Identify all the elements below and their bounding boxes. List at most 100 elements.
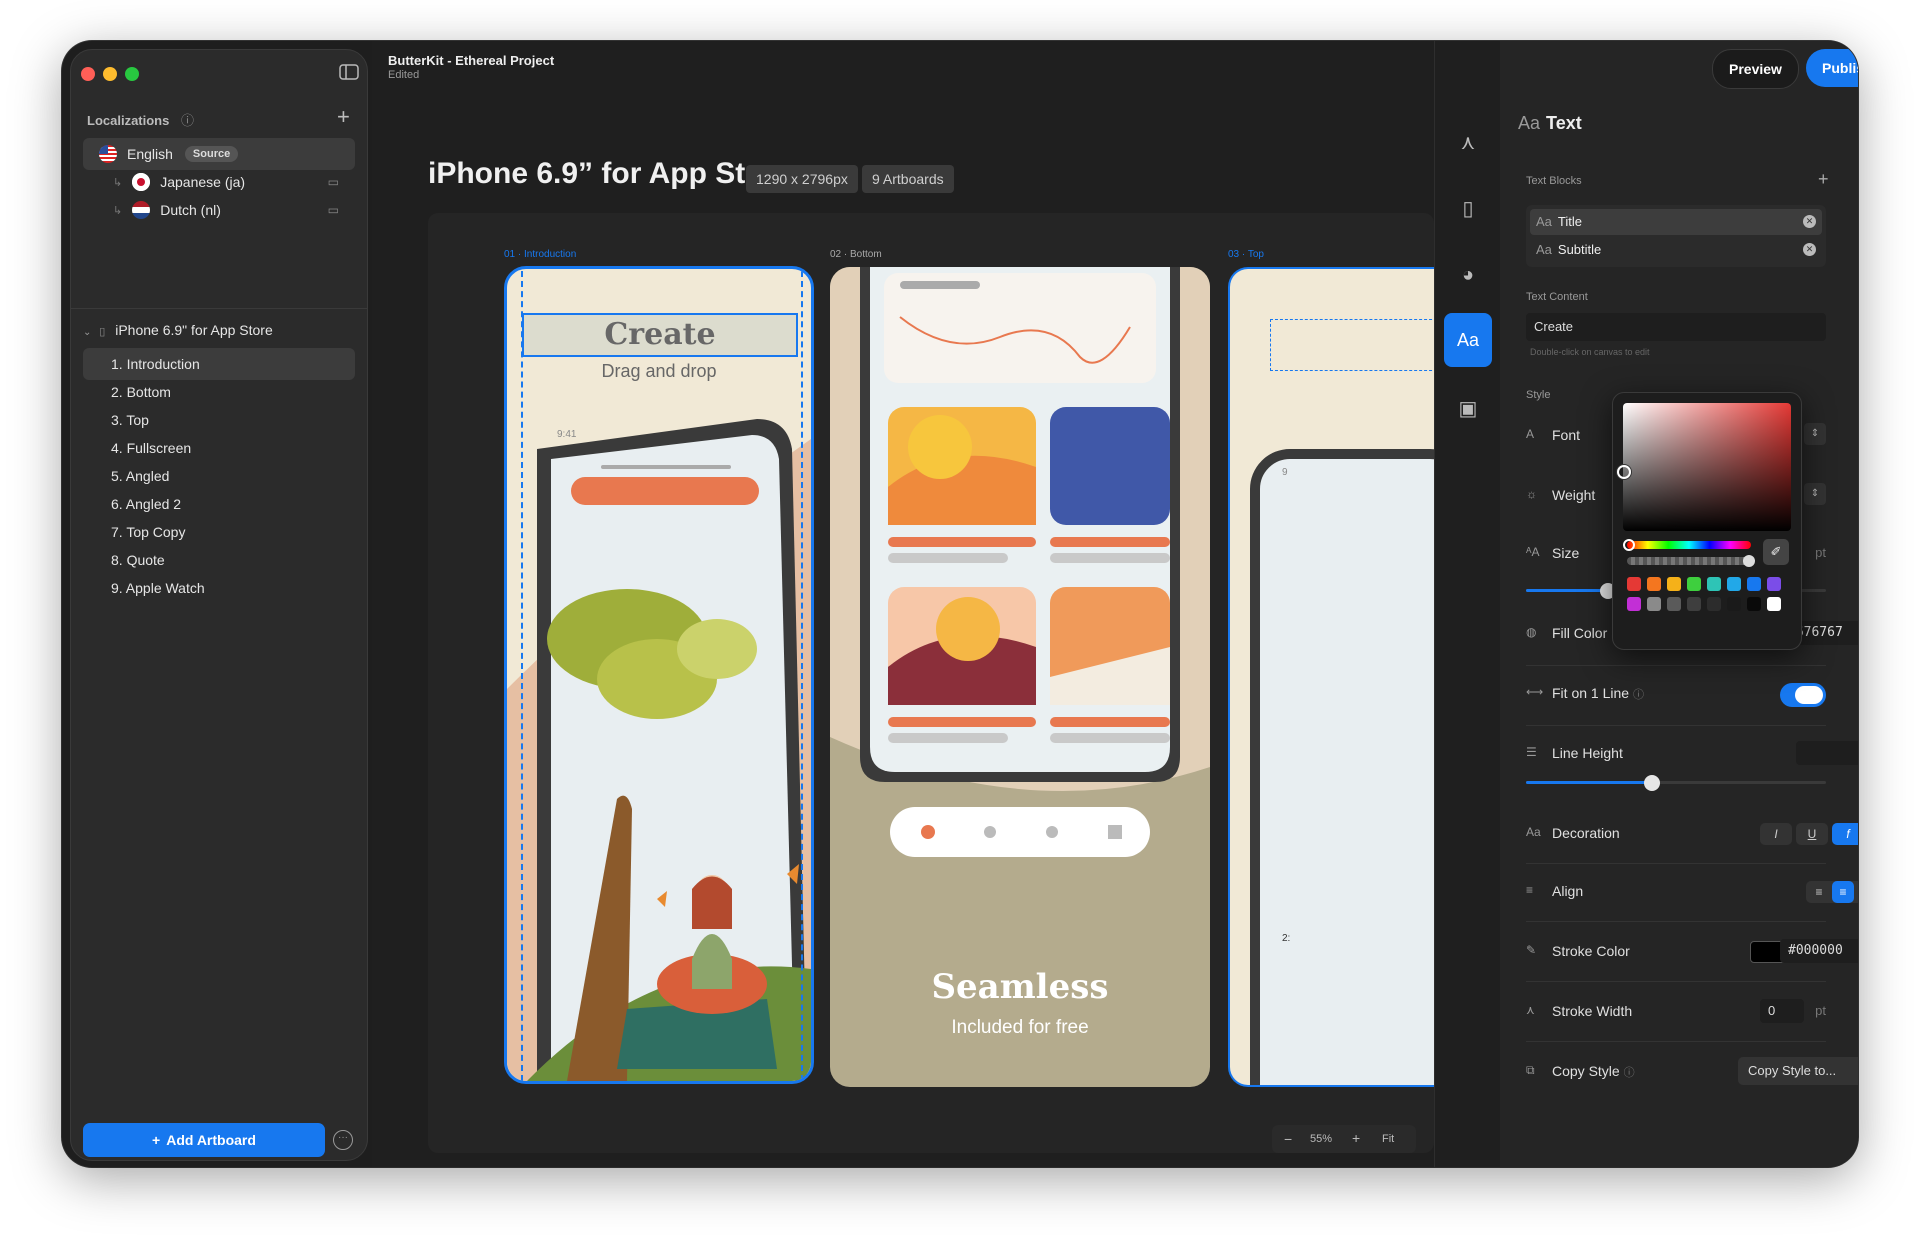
info-icon[interactable]: ⓘ bbox=[1624, 1067, 1635, 1079]
preview-button[interactable]: Preview bbox=[1712, 49, 1799, 89]
artboard-bottom[interactable]: Seamless Included for free bbox=[830, 267, 1210, 1087]
hue-slider[interactable] bbox=[1627, 541, 1751, 549]
device-icon[interactable]: ▭ bbox=[328, 175, 339, 189]
copy-style-row[interactable]: ⧉ Copy Style ⓘ Copy Style to... ⌄ bbox=[1526, 1053, 1858, 1091]
artboard-subtitle[interactable]: Included for free bbox=[830, 1017, 1210, 1039]
zoom-controls: − 55% + Fit bbox=[1272, 1125, 1416, 1153]
artboard-top[interactable]: 9 2: bbox=[1228, 267, 1434, 1087]
device-tool-icon[interactable]: ▯ bbox=[1444, 185, 1492, 233]
line-height-input[interactable]: 1 bbox=[1796, 741, 1858, 765]
minimize-window-button[interactable] bbox=[103, 67, 117, 81]
color-swatch[interactable] bbox=[1707, 597, 1721, 611]
zoom-window-button[interactable] bbox=[125, 67, 139, 81]
remove-icon[interactable]: ✕ bbox=[1803, 215, 1816, 228]
info-icon[interactable]: ⓘ bbox=[181, 113, 194, 128]
fit-line-toggle[interactable] bbox=[1780, 683, 1826, 707]
saturation-brightness-area[interactable] bbox=[1623, 403, 1791, 531]
color-swatch[interactable] bbox=[1627, 577, 1641, 591]
canvas-area[interactable]: ButterKit - Ethereal Project Edited iPho… bbox=[372, 41, 1434, 1167]
align-left-icon[interactable]: ≡ bbox=[1808, 881, 1830, 903]
align-row[interactable]: ≡ Align ≡ ≡ ≡ bbox=[1526, 873, 1858, 911]
copy-style-dropdown[interactable]: Copy Style to... ⌄ bbox=[1738, 1057, 1858, 1085]
text-content-label: Text Content bbox=[1526, 291, 1588, 303]
opacity-slider-knob[interactable] bbox=[1743, 555, 1755, 567]
underline-button[interactable]: U bbox=[1796, 823, 1828, 845]
align-right-icon[interactable]: ≡ bbox=[1856, 881, 1858, 903]
app-window: Localizations ⓘ + English Source ↳ Japan… bbox=[62, 41, 1858, 1167]
hue-slider-knob[interactable] bbox=[1623, 539, 1635, 551]
color-swatch[interactable] bbox=[1747, 597, 1761, 611]
color-swatch[interactable] bbox=[1667, 577, 1681, 591]
color-picker-popover[interactable]: ✐ bbox=[1612, 392, 1802, 650]
stroke-width-row[interactable]: ⋏ Stroke Width 0 pt bbox=[1526, 993, 1826, 1031]
artboard-item-apple-watch[interactable]: 9. Apple Watch bbox=[83, 572, 355, 604]
device-icon[interactable]: ▭ bbox=[328, 203, 339, 217]
color-swatch[interactable] bbox=[1747, 577, 1761, 591]
decoration-row[interactable]: Aa Decoration I U f bbox=[1526, 815, 1858, 853]
color-swatch[interactable] bbox=[1647, 577, 1661, 591]
color-swatch[interactable] bbox=[1647, 597, 1661, 611]
language-dutch[interactable]: ↳ Dutch (nl) ▭ bbox=[83, 194, 355, 226]
artboard-label-3[interactable]: 03 · Top bbox=[1228, 249, 1264, 260]
stroke-color-icon: ✎ bbox=[1526, 943, 1537, 957]
line-height-slider-knob[interactable] bbox=[1644, 775, 1660, 791]
align-center-icon[interactable]: ≡ bbox=[1832, 881, 1854, 903]
stroke-width-input[interactable]: 0 bbox=[1760, 999, 1804, 1023]
color-swatch[interactable] bbox=[1627, 597, 1641, 611]
text-block-subtitle[interactable]: Aa Subtitle ✕ bbox=[1530, 237, 1822, 263]
remove-icon[interactable]: ✕ bbox=[1803, 243, 1816, 256]
image-tool-icon[interactable]: ▣ bbox=[1444, 385, 1492, 433]
more-options-icon[interactable]: ··· bbox=[333, 1130, 353, 1150]
chevron-down-icon: ⌄ bbox=[83, 327, 92, 338]
italic-button[interactable]: I bbox=[1760, 823, 1792, 845]
add-text-block-icon[interactable]: + bbox=[1818, 169, 1829, 190]
zoom-in-button[interactable]: + bbox=[1352, 1130, 1360, 1146]
style-tool-icon[interactable]: ⋏ bbox=[1444, 119, 1492, 167]
device-group-header[interactable]: ⌄ ▯ iPhone 6.9" for App Store bbox=[83, 322, 273, 338]
publish-button[interactable]: Publish bbox=[1806, 49, 1858, 87]
color-swatch[interactable] bbox=[1767, 597, 1781, 611]
color-swatch[interactable] bbox=[1667, 597, 1681, 611]
zoom-fit-button[interactable]: Fit bbox=[1382, 1133, 1394, 1145]
artboard-label-2[interactable]: 02 · Bottom bbox=[830, 249, 882, 260]
strikethrough-button[interactable]: f bbox=[1832, 823, 1858, 845]
artboard-label-1[interactable]: 01 · Introduction bbox=[504, 249, 576, 260]
plus-icon: + bbox=[152, 1132, 161, 1148]
add-artboard-button[interactable]: + Add Artboard bbox=[83, 1123, 325, 1157]
copy-icon: ⧉ bbox=[1526, 1063, 1535, 1077]
text-blocks-list: Aa Title ✕ Aa Subtitle ✕ bbox=[1526, 205, 1826, 267]
fit-icon: ⟷ bbox=[1526, 685, 1544, 699]
artboard-title[interactable]: Seamless bbox=[830, 967, 1210, 1007]
close-window-button[interactable] bbox=[81, 67, 95, 81]
branch-icon: ↳ bbox=[113, 176, 123, 189]
sidebar-toggle-icon[interactable] bbox=[339, 64, 359, 83]
color-swatch[interactable] bbox=[1767, 577, 1781, 591]
divider bbox=[1526, 665, 1826, 666]
stroke-color-input[interactable]: #000000 bbox=[1780, 939, 1858, 963]
zoom-out-button[interactable]: − bbox=[1284, 1131, 1292, 1147]
text-content-input[interactable]: Create bbox=[1526, 313, 1826, 341]
text-tool-button[interactable]: Aa bbox=[1444, 313, 1492, 367]
size-pill: 1290 x 2796px bbox=[746, 165, 858, 193]
info-icon[interactable]: ⓘ bbox=[1633, 689, 1644, 701]
add-localization-icon[interactable]: + bbox=[337, 106, 350, 128]
text-block-title[interactable]: Aa Title ✕ bbox=[1530, 209, 1822, 235]
color-swatch[interactable] bbox=[1687, 577, 1701, 591]
eyedropper-button[interactable]: ✐ bbox=[1763, 539, 1789, 565]
color-swatch[interactable] bbox=[1727, 597, 1741, 611]
stepper-icon[interactable]: ⇕ bbox=[1804, 483, 1826, 505]
artboard-introduction[interactable]: Create Drag and drop 9:41 bbox=[504, 266, 814, 1084]
color-picker-handle[interactable] bbox=[1617, 465, 1631, 479]
fit-line-row[interactable]: ⟷ Fit on 1 Line ⓘ bbox=[1526, 675, 1826, 713]
stroke-color-row[interactable]: ✎ Stroke Color #000000 bbox=[1526, 933, 1858, 971]
color-swatch[interactable] bbox=[1687, 597, 1701, 611]
color-swatch[interactable] bbox=[1727, 577, 1741, 591]
document-status: Edited bbox=[388, 69, 420, 81]
color-swatch[interactable] bbox=[1707, 577, 1721, 591]
netherlands-flag-icon bbox=[132, 201, 151, 219]
palette-tool-icon[interactable]: ◕ bbox=[1444, 251, 1492, 299]
stepper-icon[interactable]: ⇕ bbox=[1804, 423, 1826, 445]
opacity-slider[interactable] bbox=[1627, 557, 1751, 565]
artboard-count-pill: 9 Artboards bbox=[862, 165, 954, 193]
line-height-row[interactable]: ☰ Line Height 1 bbox=[1526, 735, 1858, 773]
